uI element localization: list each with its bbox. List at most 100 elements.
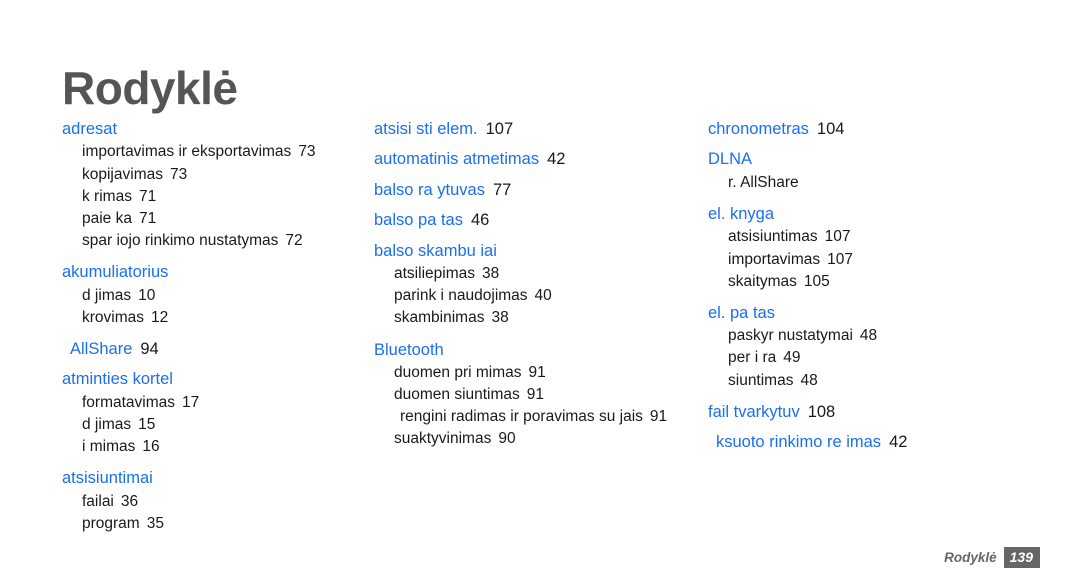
index-subentry[interactable]: skaitymas 105: [728, 271, 1030, 293]
index-subentry-page: 40: [534, 287, 552, 305]
index-subentry-label: siuntimas: [728, 371, 794, 389]
index-entry-group: balso skambu iai atsiliepimas 38 parink i n…: [374, 240, 670, 330]
index-subentry-label: paskyr nustatymai: [728, 327, 853, 345]
index-subentry-label: program: [82, 514, 140, 532]
index-subentry-page: 15: [138, 415, 156, 433]
index-subentry-label: per i ra: [728, 349, 777, 367]
index-term-label: atsisi sti elem.: [374, 120, 478, 138]
index-subentry[interactable]: rengini radimas ir poravimas su jais 91: [394, 406, 670, 428]
footer-label: Rodyklė: [944, 549, 997, 565]
index-subentry-page: 48: [859, 327, 878, 345]
index-entry-group: el. pa tas paskyr nustatymai 48 per i ra 49 s…: [708, 302, 1030, 392]
index-subentry[interactable]: r. AllShare: [728, 172, 1030, 194]
index-subentry[interactable]: siuntimas 48: [728, 370, 1030, 392]
index-subentry[interactable]: i mimas 16: [82, 436, 340, 458]
index-subentry-list: atsiliepimas 38 parink i naudojimas 40 skamb…: [374, 263, 670, 329]
index-term[interactable]: automatinis atmetimas 42: [374, 148, 670, 171]
index-subentry-page: 90: [498, 430, 516, 448]
index-subentry[interactable]: suaktyvinimas 90: [394, 428, 670, 450]
index-term[interactable]: balso ra ytuvas 77: [374, 179, 670, 202]
index-term[interactable]: DLNA: [708, 148, 1030, 171]
index-term[interactable]: fail tvarkytuv 108: [708, 401, 1030, 424]
index-subentry[interactable]: d jimas 15: [82, 414, 340, 436]
index-subentry[interactable]: formatavimas 17: [82, 392, 340, 414]
index-subentry-label: failai: [82, 492, 114, 510]
index-term[interactable]: atsisi sti elem. 107: [374, 118, 670, 141]
index-subentry-list: d jimas 10 krovimas 12: [62, 285, 340, 329]
index-subentry[interactable]: krovimas 12: [82, 307, 340, 329]
index-subentry[interactable]: importavimas ir eksportavimas 73: [82, 141, 340, 163]
index-subentry[interactable]: failai 36: [82, 491, 340, 513]
index-term[interactable]: atminties kortel: [62, 368, 340, 391]
index-subentry[interactable]: duomen siuntimas 91: [394, 384, 670, 406]
index-subentry-page: 17: [182, 393, 200, 411]
index-term-page: 94: [140, 339, 159, 358]
index-entry-group: el. knyga atsisiuntimas 107 importavimas 107…: [708, 203, 1030, 293]
index-subentry-list: atsisiuntimas 107 importavimas 107 skaitymas…: [708, 226, 1030, 292]
index-subentry[interactable]: importavimas 107: [728, 249, 1030, 271]
index-term-label: Bluetooth: [374, 340, 444, 359]
index-term-label: AllShare: [70, 339, 133, 358]
index-term-page: 42: [547, 150, 566, 169]
index-subentry-list: failai 36 program 35: [62, 491, 340, 535]
index-term-label: atminties kortel: [62, 370, 173, 389]
index-subentry-list: importavimas ir eksportavimas 73 kopijavim…: [62, 141, 340, 252]
index-subentry-page: 107: [824, 228, 851, 246]
index-term[interactable]: Bluetooth: [374, 339, 670, 362]
index-term-label: atsisiuntimai: [62, 469, 153, 488]
index-term-label: ksuoto rinkimo re imas: [716, 433, 882, 452]
index-subentry[interactable]: program 35: [82, 513, 340, 535]
index-subentry[interactable]: paie ka 71: [82, 208, 340, 230]
index-subentry-page: 73: [169, 165, 188, 183]
index-term-page: 104: [816, 120, 845, 138]
index-term[interactable]: el. pa tas: [708, 302, 1030, 325]
index-entry-group: fail tvarkytuv 108: [708, 401, 1030, 424]
index-subentry-page: 48: [800, 371, 818, 389]
index-subentry-label: importavimas: [728, 250, 821, 268]
index-term-label: DLNA: [708, 150, 753, 169]
index-subentry-label: atsisiuntimas: [728, 228, 818, 246]
index-subentry[interactable]: atsisiuntimas 107: [728, 226, 1030, 248]
index-term[interactable]: chronometras 104: [708, 118, 1030, 141]
index-term-page: 42: [889, 433, 908, 452]
index-entry-group: atminties kortel formatavimas 17 d jimas 15 i…: [62, 368, 340, 458]
page-footer: Rodyklė 139: [944, 546, 1040, 568]
index-subentry-label: formatavimas: [82, 393, 176, 411]
index-entry-group: atsisi sti elem. 107: [374, 118, 670, 141]
index-subentry-page: 35: [146, 514, 164, 532]
index-subentry[interactable]: k rimas 71: [82, 186, 340, 208]
index-subentry-label: i mimas: [82, 438, 136, 456]
index-subentry[interactable]: spar iojo rinkimo nustatymas 72: [82, 230, 340, 252]
index-subentry[interactable]: per i ra 49: [728, 347, 1030, 369]
index-page: Rodyklė adresat importavimas ir eksportav…: [0, 0, 1080, 586]
footer-page-number: 139: [1003, 546, 1040, 568]
index-subentry-page: 105: [803, 272, 830, 290]
index-term[interactable]: balso pa tas 46: [374, 209, 670, 232]
index-subentry-page: 10: [138, 286, 156, 304]
index-term[interactable]: adresat: [62, 118, 340, 141]
index-term-page: 107: [485, 120, 514, 138]
index-entry-group: ksuoto rinkimo re imas 42: [708, 431, 1030, 454]
index-subentry[interactable]: skambinimas 38: [394, 307, 670, 329]
index-subentry[interactable]: parink i naudojimas 40: [394, 285, 670, 307]
index-entry-group: chronometras 104: [708, 118, 1030, 141]
index-subentry[interactable]: d jimas 10: [82, 285, 340, 307]
index-subentry-label: rengini radimas ir poravimas su jais: [400, 408, 643, 426]
index-subentry-label: skaitymas: [728, 272, 797, 290]
index-term[interactable]: AllShare 94: [62, 338, 340, 361]
index-term[interactable]: balso skambu iai: [374, 240, 670, 263]
index-subentry-label: paie ka: [82, 209, 132, 227]
index-term[interactable]: el. knyga: [708, 203, 1030, 226]
index-subentry-label: r. AllShare: [728, 173, 799, 191]
index-term[interactable]: akumuliatorius: [62, 261, 340, 284]
index-subentry[interactable]: duomen pri mimas 91: [394, 362, 670, 384]
index-subentry-label: importavimas ir eksportavimas: [82, 143, 292, 161]
index-subentry[interactable]: paskyr nustatymai 48: [728, 325, 1030, 347]
index-subentry[interactable]: atsiliepimas 38: [394, 263, 670, 285]
index-entry-group: balso ra ytuvas 77: [374, 179, 670, 202]
index-subentry[interactable]: kopijavimas 73: [82, 164, 340, 186]
column-1: adresat importavimas ir eksportavimas 73 ko…: [0, 118, 340, 544]
index-entry-group: AllShare 94: [62, 338, 340, 361]
index-term[interactable]: ksuoto rinkimo re imas 42: [708, 431, 1030, 454]
index-term[interactable]: atsisiuntimai: [62, 467, 340, 490]
